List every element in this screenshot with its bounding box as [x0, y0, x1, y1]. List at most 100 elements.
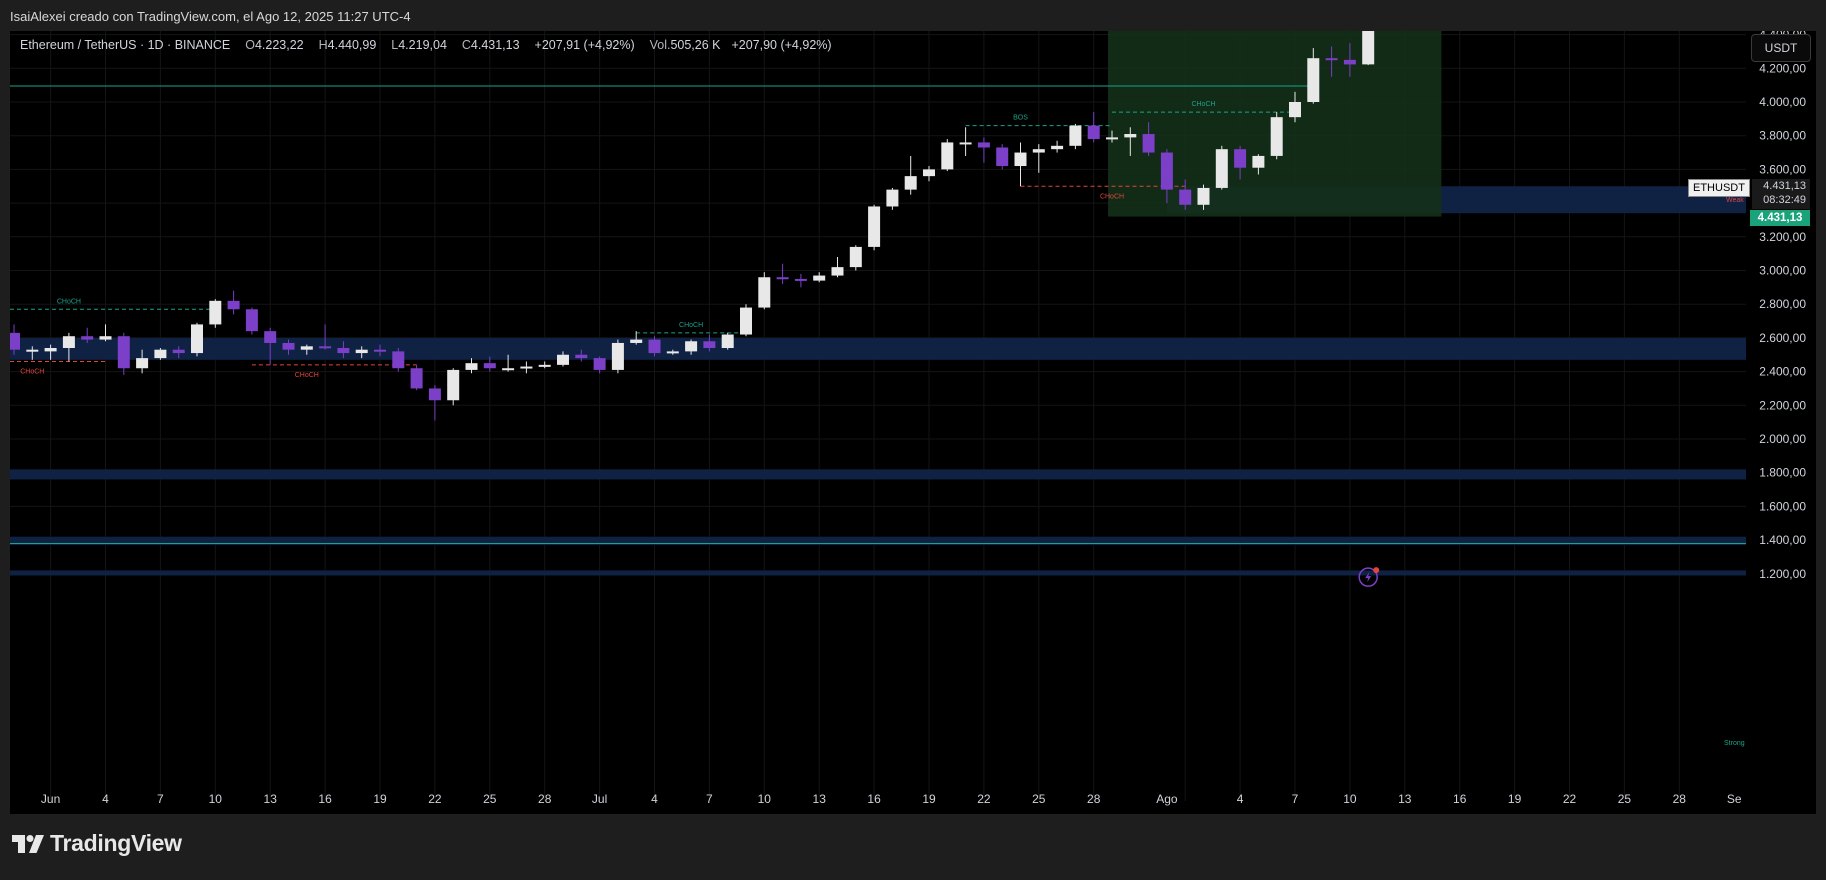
candle-body [1343, 59, 1356, 65]
volume-value: 505,26 K [670, 38, 721, 52]
candle-body [264, 331, 277, 343]
structure-label: CHoCH [295, 372, 319, 379]
candle-body [611, 342, 624, 370]
candle-body [154, 349, 167, 359]
candle-body [62, 336, 75, 349]
candle-body [209, 300, 222, 325]
brand-name: TradingView [50, 830, 182, 856]
chart-panel[interactable]: CHoCHCHoCHCHoCHCHoCHBOSCHoCHCHoCH5.200,0… [10, 31, 1816, 814]
currency-button[interactable]: USDT [1751, 34, 1811, 62]
candle-body [227, 300, 240, 310]
candle-body [740, 307, 752, 335]
candle-body [575, 354, 588, 359]
candle-body [319, 346, 332, 349]
candle-body [465, 363, 478, 370]
candle-body [996, 147, 1009, 167]
symbol-name[interactable]: Ethereum / TetherUS · 1D · BINANCE [20, 38, 230, 52]
footer: TradingView [0, 814, 1826, 880]
candle-body [593, 358, 606, 370]
structure-label: CHoCH [1100, 193, 1124, 200]
last-price-box: 4.431,13 08:32:49 [1752, 179, 1810, 209]
alert-dot [1373, 567, 1380, 574]
time-axis-label: 7 [706, 792, 713, 806]
candle-body [300, 346, 313, 350]
candle-body [1142, 134, 1155, 153]
structure-label: CHoCH [20, 368, 44, 375]
price-axis-label: 1.600,00 [1759, 499, 1806, 513]
time-axis-label: Jun [41, 792, 60, 806]
candle-body [1252, 155, 1265, 168]
price-axis-label: 2.400,00 [1759, 365, 1806, 379]
time-axis-label: 7 [1292, 792, 1299, 806]
time-axis-label: 22 [1563, 792, 1577, 806]
price-axis-label: 2.000,00 [1759, 432, 1806, 446]
open-value: 4.223,22 [254, 38, 304, 52]
price-axis-label: 3.600,00 [1759, 162, 1806, 176]
time-axis-label: 13 [813, 792, 827, 806]
price-axis-label: 1.200,00 [1759, 567, 1806, 581]
low-value: 4.219,04 [398, 38, 447, 52]
candle-body [849, 246, 862, 268]
candle-body [1325, 58, 1338, 61]
candle-body [831, 267, 844, 276]
price-axis-label: 3.000,00 [1759, 264, 1806, 278]
time-axis-label: 19 [1508, 792, 1522, 806]
candle-body [685, 341, 698, 352]
time-axis-label: 16 [867, 792, 881, 806]
candle-body [977, 142, 990, 148]
candle-body [1032, 149, 1045, 153]
demand-zone [10, 570, 1746, 576]
candle-body [923, 169, 935, 177]
candle-body [245, 309, 258, 332]
time-axis-label: 13 [264, 792, 278, 806]
candle-body [1106, 137, 1118, 140]
candle-body [44, 348, 57, 352]
candle-body [868, 206, 881, 247]
price-chart[interactable]: CHoCHCHoCHCHoCHCHoCHBOSCHoCHCHoCH5.200,0… [10, 31, 1816, 814]
bar-countdown: 08:32:49 [1763, 194, 1806, 206]
tradingview-logo-icon [12, 834, 44, 853]
candle-body [721, 334, 734, 349]
close-value: 4.431,13 [470, 38, 520, 52]
candle-body [776, 277, 789, 280]
ticker-label: ETHUSDT [1688, 179, 1750, 197]
time-axis-label: 28 [538, 792, 552, 806]
candle-body [1051, 145, 1064, 150]
candle-body [1069, 125, 1082, 146]
time-axis-label: 28 [1087, 792, 1101, 806]
candle-body [1160, 152, 1173, 190]
candle-body [648, 339, 661, 354]
candle-body [886, 189, 899, 207]
time-axis-label: 25 [1032, 792, 1046, 806]
candle-body [904, 176, 917, 190]
time-axis-label: 10 [209, 792, 223, 806]
time-axis-label: 28 [1673, 792, 1687, 806]
time-axis-label: 13 [1398, 792, 1412, 806]
candle-body [1179, 189, 1192, 205]
candle-body [374, 349, 386, 352]
last-price-tag: 4.431,13 [1750, 210, 1810, 226]
candle-body [1234, 149, 1247, 168]
candle-body [1014, 152, 1027, 167]
candle-body [1215, 149, 1228, 188]
time-axis-label: 22 [428, 792, 442, 806]
candle-body [81, 336, 94, 340]
volume-change: +207,90 (+4,92%) [731, 38, 832, 52]
price-axis-label: 2.200,00 [1759, 398, 1806, 412]
candle-body [502, 368, 515, 371]
tradingview-logo[interactable]: TradingView [12, 830, 182, 857]
time-axis-label: 19 [373, 792, 387, 806]
time-axis-label: 19 [922, 792, 936, 806]
time-axis-label: 4 [102, 792, 109, 806]
time-axis-label: Ago [1156, 792, 1178, 806]
price-axis-label: 1.800,00 [1759, 466, 1806, 480]
structure-label: BOS [1013, 115, 1028, 122]
candle-body [428, 388, 441, 401]
candle-body [191, 324, 203, 354]
candle-body [1087, 125, 1100, 140]
candle-body [1124, 134, 1137, 138]
time-axis-label: Se [1727, 792, 1742, 806]
open-label: O [245, 38, 255, 52]
candle-body [666, 351, 679, 354]
candle-body [703, 341, 716, 349]
